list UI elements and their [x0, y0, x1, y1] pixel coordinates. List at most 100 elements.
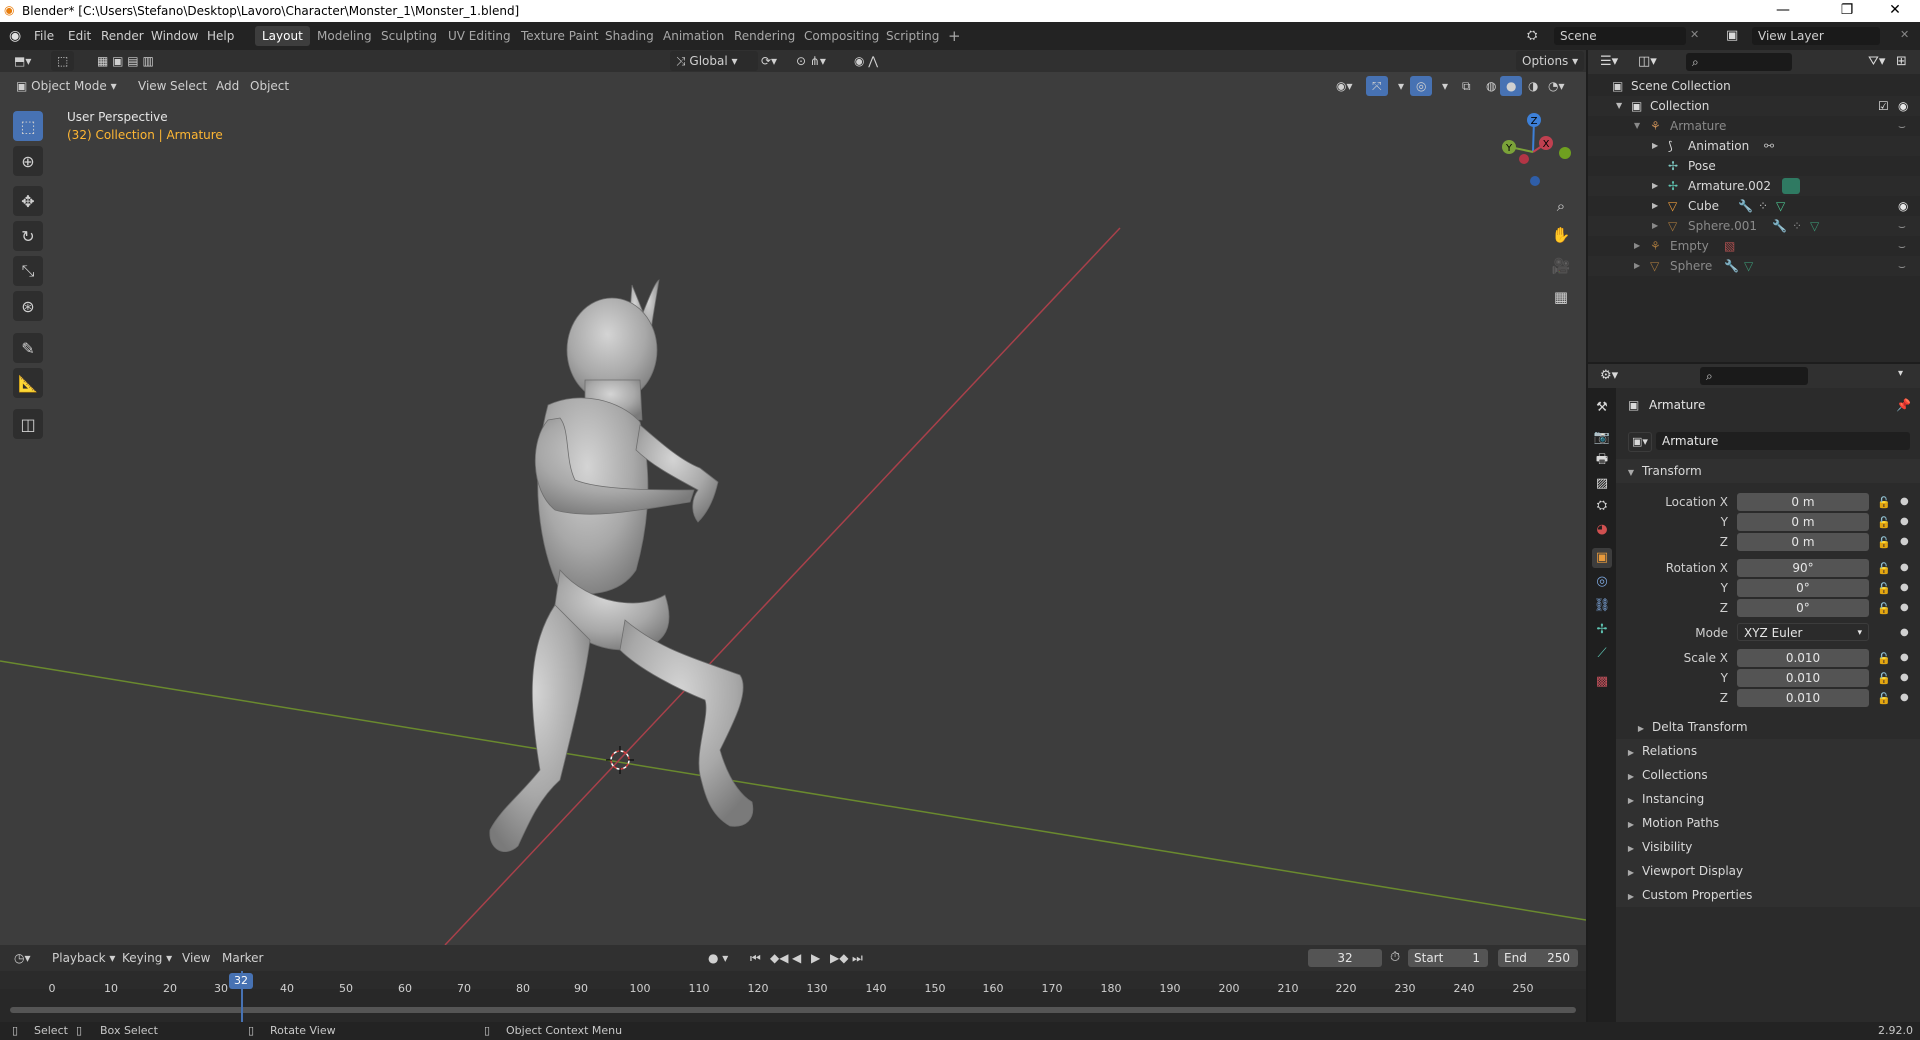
properties-editor-icon[interactable]: ⚙▾: [1600, 368, 1618, 383]
overlays-toggle-icon[interactable]: ◎: [1410, 76, 1433, 96]
viewport-menu-select[interactable]: Select: [164, 76, 213, 96]
zoom-icon[interactable]: ⌕: [1548, 193, 1574, 219]
tab-rendering[interactable]: Rendering: [727, 26, 802, 46]
navigation-gizmo[interactable]: Z X Y: [1502, 113, 1571, 186]
solid-shading-icon[interactable]: ●: [1500, 76, 1523, 96]
clock-icon[interactable]: ⏱: [1390, 950, 1400, 965]
scene-tab-icon[interactable]: ⛭: [1592, 496, 1612, 516]
lock-icon[interactable]: 🔓: [1877, 672, 1891, 685]
tab-texture-paint[interactable]: Texture Paint: [514, 26, 605, 46]
keyframe-dot-icon[interactable]: ●: [1900, 562, 1909, 573]
tab-shading[interactable]: Shading: [598, 26, 661, 46]
playback-menu[interactable]: Playback ▾: [46, 948, 121, 968]
selection-mode-icons[interactable]: ▦ ▣ ▤ ▥: [91, 51, 160, 71]
gizmo-toggle-icon[interactable]: ⤧: [1366, 76, 1388, 96]
motion-paths-section-header[interactable]: ▶ Motion Paths: [1616, 811, 1920, 835]
object-tab-icon[interactable]: ▣: [1592, 548, 1612, 568]
scene-selector[interactable]: Scene: [1554, 27, 1686, 45]
viewport-display-section-header[interactable]: ▶ Viewport Display: [1616, 859, 1920, 883]
object-data-dropdown-icon[interactable]: ▣▾: [1628, 432, 1652, 452]
filter-icon[interactable]: ⛛▾: [1868, 54, 1885, 69]
location-z-field[interactable]: 0 m: [1737, 533, 1869, 551]
transform-orientation-dropdown[interactable]: ⤨ Global ▾: [670, 51, 758, 71]
expand-arrow-icon[interactable]: ▼: [1634, 116, 1640, 136]
view-layer-selector[interactable]: View Layer: [1752, 27, 1880, 45]
instancing-section-header[interactable]: ▶ Instancing: [1616, 787, 1920, 811]
lock-icon[interactable]: 🔓: [1877, 652, 1891, 665]
chevron-down-icon[interactable]: ▾: [1898, 368, 1903, 379]
keyframe-dot-icon[interactable]: ●: [1900, 692, 1909, 703]
scale-y-field[interactable]: 0.010: [1737, 669, 1869, 687]
outliner-row-pose[interactable]: ✢ Pose: [1588, 156, 1920, 176]
lock-icon[interactable]: 🔓: [1877, 496, 1891, 509]
pivot-point-icon[interactable]: ⟳▾: [755, 51, 783, 71]
annotate-tool-icon[interactable]: ✎: [13, 333, 43, 363]
rotation-mode-dropdown[interactable]: XYZ Euler ▾: [1737, 623, 1869, 641]
expand-arrow-icon[interactable]: ▶: [1652, 176, 1658, 196]
add-cube-tool-icon[interactable]: ◫: [13, 409, 43, 439]
object-name-field[interactable]: Armature: [1656, 432, 1910, 450]
outliner-row-cube[interactable]: ▶ ▽ Cube 🔧 ⁘ ▽ ◉: [1588, 196, 1920, 216]
menu-edit[interactable]: Edit: [68, 29, 91, 43]
outliner-row-sphere[interactable]: ▶ ▽ Sphere 🔧 ▽ ⌣: [1588, 256, 1920, 276]
tab-uv-editing[interactable]: UV Editing: [441, 26, 518, 46]
eye-closed-icon[interactable]: ⌣: [1898, 236, 1906, 256]
timeline-editor-icon[interactable]: ◷▾: [8, 948, 37, 968]
relations-section-header[interactable]: ▶ Relations: [1616, 739, 1920, 763]
outliner-row-scene-collection[interactable]: ▣ Scene Collection: [1588, 76, 1920, 96]
rotation-x-field[interactable]: 90°: [1737, 559, 1869, 577]
outliner-editor-icon[interactable]: ☰▾: [1600, 54, 1618, 69]
checkbox-icon[interactable]: ☑: [1878, 96, 1889, 116]
add-workspace-button[interactable]: +: [941, 26, 968, 46]
lock-icon[interactable]: 🔓: [1877, 562, 1891, 575]
keyframe-dot-icon[interactable]: ●: [1900, 602, 1909, 613]
tab-layout[interactable]: Layout: [255, 26, 310, 46]
keyframe-dot-icon[interactable]: ●: [1900, 516, 1909, 527]
scale-tool-icon[interactable]: ⤡: [13, 256, 43, 286]
3d-viewport[interactable]: Z X Y: [0, 50, 1586, 945]
proportional-editing-icon[interactable]: ◉ ⋀: [848, 51, 884, 71]
tab-sculpting[interactable]: Sculpting: [374, 26, 444, 46]
display-mode-icon[interactable]: ◫▾: [1638, 54, 1657, 69]
xray-icon[interactable]: ⧉: [1456, 76, 1477, 96]
transform-section-header[interactable]: ▼ Transform: [1616, 459, 1920, 483]
move-tool-icon[interactable]: ✥: [13, 186, 43, 216]
texture-tab-icon[interactable]: ▩: [1592, 672, 1612, 692]
select-tool-icon[interactable]: ⬚: [51, 51, 75, 71]
measure-tool-icon[interactable]: 📐: [13, 368, 43, 398]
visibility-icon[interactable]: ◉▾: [1330, 76, 1359, 96]
current-frame-field[interactable]: 32: [1308, 949, 1382, 967]
expand-arrow-icon[interactable]: ▼: [1616, 96, 1622, 116]
keyframe-dot-icon[interactable]: ●: [1900, 627, 1909, 638]
tab-animation[interactable]: Animation: [656, 26, 731, 46]
expand-arrow-icon[interactable]: ▶: [1634, 256, 1640, 276]
viewport-menu-object[interactable]: Object: [244, 76, 295, 96]
pan-hand-icon[interactable]: ✋: [1548, 222, 1574, 248]
keyframe-dot-icon[interactable]: ●: [1900, 536, 1909, 547]
outliner-search-input[interactable]: ⌕: [1686, 53, 1792, 71]
rotate-tool-icon[interactable]: ↻: [13, 221, 43, 251]
outliner-row-empty[interactable]: ▶ ⚘ Empty ▧ ⌣: [1588, 236, 1920, 256]
keyframe-dot-icon[interactable]: ●: [1900, 672, 1909, 683]
lock-icon[interactable]: 🔓: [1877, 582, 1891, 595]
blender-menu-icon[interactable]: ◉: [9, 28, 21, 44]
properties-search-input[interactable]: ⌕: [1700, 367, 1808, 385]
lock-icon[interactable]: 🔓: [1877, 516, 1891, 529]
physics-tab-icon[interactable]: ◎: [1592, 572, 1612, 592]
close-icon[interactable]: ✕: [1900, 28, 1909, 41]
eye-closed-icon[interactable]: ⌣: [1898, 216, 1906, 236]
snap-icon[interactable]: ⊙ ⋔▾: [790, 51, 832, 71]
tab-scripting[interactable]: Scripting: [879, 26, 946, 46]
outliner-row-armature[interactable]: ▼ ⚘ Armature ⌣: [1588, 116, 1920, 136]
eye-icon[interactable]: ◉: [1898, 96, 1908, 116]
editor-type-icon[interactable]: ⬒▾: [8, 51, 37, 71]
constraints-tab-icon[interactable]: ⛓: [1592, 596, 1612, 616]
menu-render[interactable]: Render: [101, 29, 144, 43]
outliner-row-collection[interactable]: ▼ ▣ Collection ☑ ◉: [1588, 96, 1920, 116]
output-tab-icon[interactable]: 🖶: [1592, 450, 1612, 470]
lock-icon[interactable]: 🔓: [1877, 692, 1891, 705]
viewport-menu-add[interactable]: Add: [210, 76, 245, 96]
lock-icon[interactable]: 🔓: [1877, 536, 1891, 549]
keyframe-dot-icon[interactable]: ●: [1900, 582, 1909, 593]
bone-tab-icon[interactable]: ⟋: [1592, 644, 1612, 664]
